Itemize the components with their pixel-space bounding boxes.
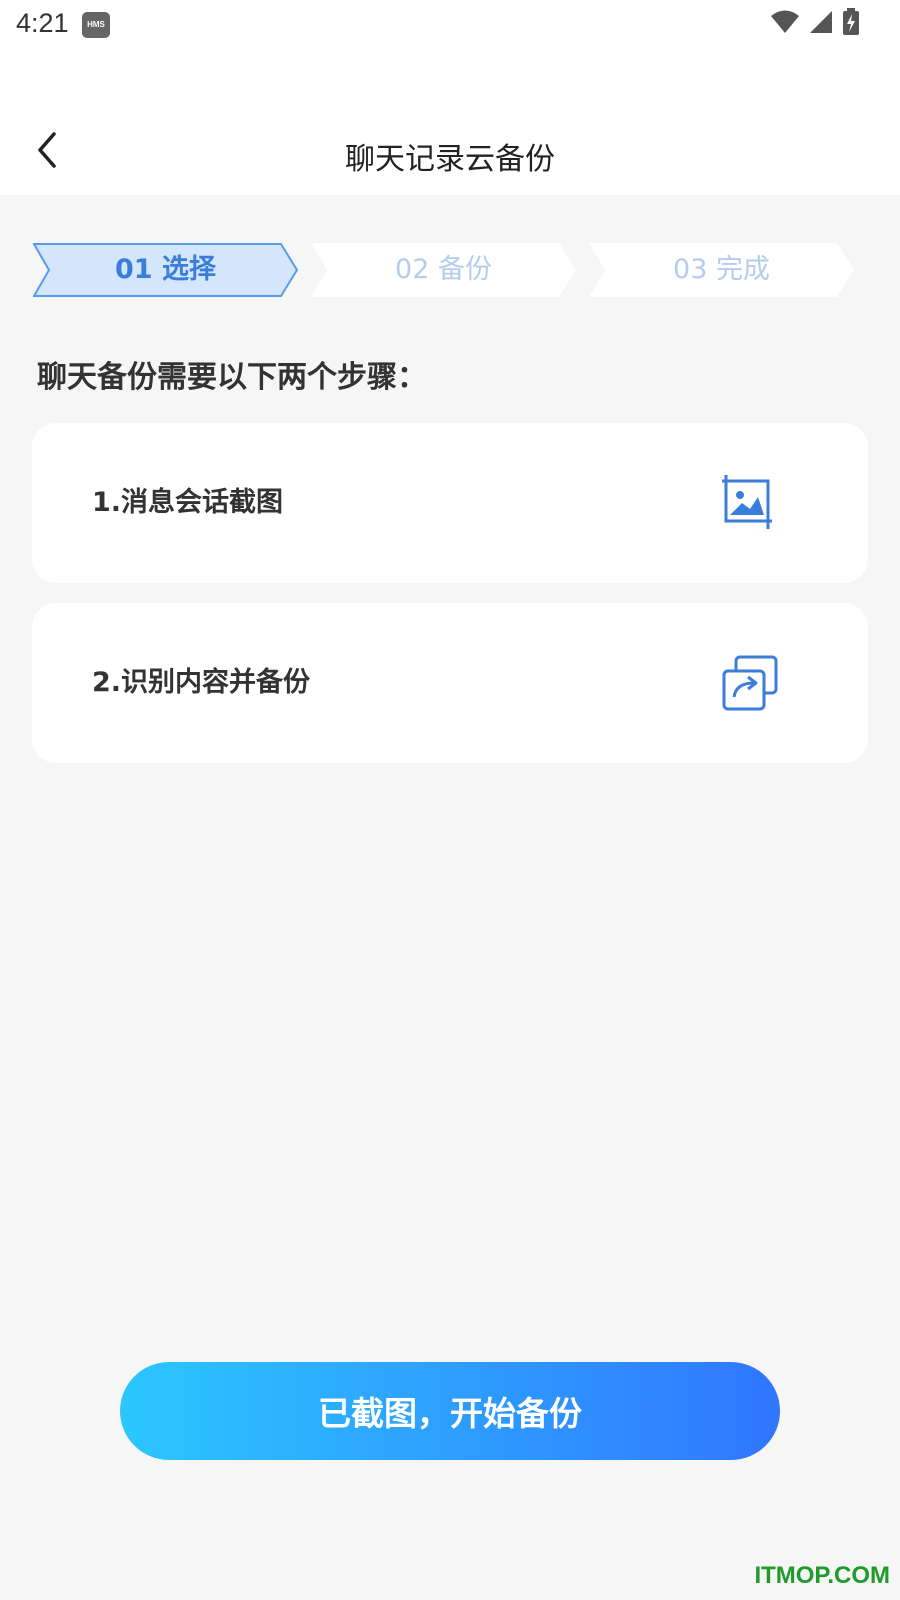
instruction-card-screenshot: 1.消息会话截图 (32, 423, 868, 583)
status-icons (770, 8, 860, 36)
screenshot-crop-icon (722, 475, 772, 529)
step-complete: 03 完成 (589, 243, 854, 297)
stepper: 01 选择 02 备份 03 完成 (33, 243, 868, 297)
instruction-label: 2.识别内容并备份 (92, 667, 311, 698)
sync-copy-icon (722, 655, 778, 711)
step-backup-label: 02 备份 (395, 254, 492, 285)
watermark: ITMOP.COM (754, 1562, 890, 1589)
status-time: 4:21 (16, 8, 69, 38)
step-select-label: 01 选择 (115, 254, 216, 285)
battery-charging-icon (843, 8, 859, 35)
instructions-heading: 聊天备份需要以下两个步骤： (37, 360, 427, 395)
step-select: 01 选择 (33, 243, 298, 297)
hms-badge: HMS (82, 12, 110, 38)
step-backup: 02 备份 (311, 243, 576, 297)
step-complete-label: 03 完成 (673, 254, 770, 285)
wifi-icon (771, 10, 799, 33)
instruction-label: 1.消息会话截图 (92, 487, 284, 518)
page-title: 聊天记录云备份 (345, 142, 555, 177)
status-bar: 4:21 HMS (0, 0, 900, 50)
signal-icon (810, 11, 832, 33)
app-header: 聊天记录云备份 (0, 50, 900, 195)
instruction-card-recognize: 2.识别内容并备份 (32, 603, 868, 763)
start-backup-button[interactable]: 已截图，开始备份 (120, 1362, 780, 1460)
